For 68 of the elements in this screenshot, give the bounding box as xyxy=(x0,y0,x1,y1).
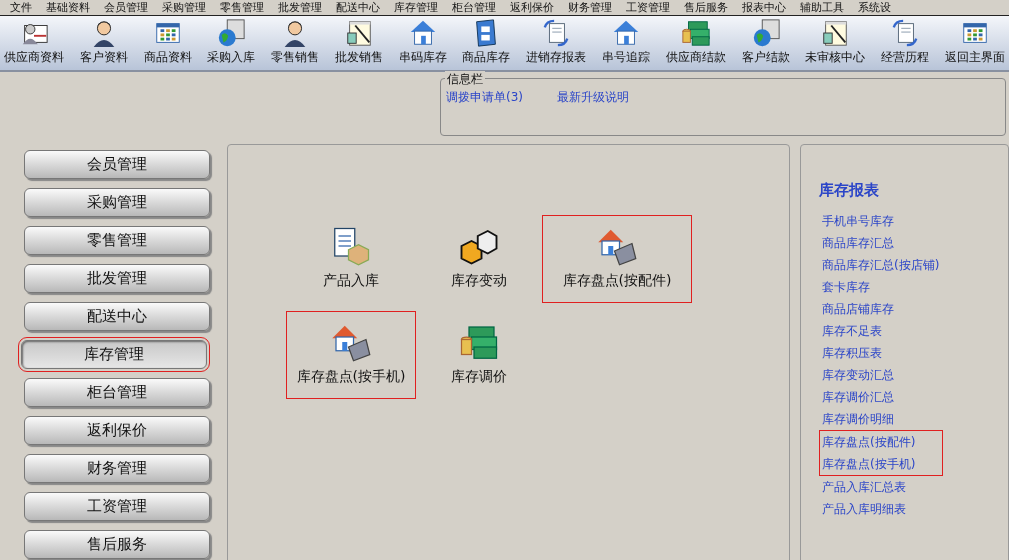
menu-item[interactable]: 文件 xyxy=(10,0,32,15)
module-item[interactable]: 库存盘点(按手机) xyxy=(286,311,416,399)
menu-item[interactable]: 零售管理 xyxy=(220,0,264,15)
menu-item[interactable]: 系统设 xyxy=(858,0,891,15)
report-link[interactable]: 套卡库存 xyxy=(819,276,943,298)
info-panel-title: 信息栏 xyxy=(445,71,485,88)
info-link[interactable]: 调拨申请单(3) xyxy=(446,89,523,106)
sidebar-button[interactable]: 采购管理 xyxy=(24,188,210,217)
report-link[interactable]: 手机串号库存 xyxy=(819,210,943,232)
toolbar-button[interactable]: 返回主界面 xyxy=(942,18,1007,70)
sidebar-button[interactable]: 配送中心 xyxy=(24,302,210,331)
report-link[interactable]: 库存调价汇总 xyxy=(819,386,943,408)
sidebar-button[interactable]: 库存管理 xyxy=(21,340,207,369)
report-title: 库存报表 xyxy=(819,181,880,200)
sidebar-button[interactable]: 零售管理 xyxy=(24,226,210,255)
menu-item[interactable]: 采购管理 xyxy=(162,0,206,15)
toolbar-button[interactable]: 供应商结款 xyxy=(663,18,728,70)
toolbar-button[interactable]: 商品资料 xyxy=(141,18,194,70)
sidebar-button[interactable]: 财务管理 xyxy=(24,454,210,483)
menu-item[interactable]: 基础资料 xyxy=(46,0,90,15)
toolbar-button[interactable]: 零售销售 xyxy=(269,18,322,70)
menu-item[interactable]: 工资管理 xyxy=(626,0,670,15)
sidebar-button[interactable]: 柜台管理 xyxy=(24,378,210,407)
menu-item[interactable]: 会员管理 xyxy=(104,0,148,15)
toolbar-button[interactable]: 商品库存 xyxy=(460,18,513,70)
toolbar-button[interactable]: 批发销售 xyxy=(332,18,385,70)
report-link[interactable]: 商品库存汇总(按店铺) xyxy=(819,254,943,276)
report-link[interactable]: 产品入库明细表 xyxy=(819,498,943,520)
toolbar-button[interactable]: 串号追踪 xyxy=(600,18,653,70)
report-link[interactable]: 库存盘点(按手机) xyxy=(819,453,943,476)
globe-icon xyxy=(216,18,247,48)
menu-item[interactable]: 配送中心 xyxy=(336,0,380,15)
menu-item[interactable]: 柜台管理 xyxy=(452,0,496,15)
module-item[interactable]: 库存变动 xyxy=(416,215,542,303)
toolbar-button[interactable]: 供应商资料 xyxy=(2,18,66,70)
module-item[interactable]: 库存盘点(按配件) xyxy=(542,215,692,303)
sidebar-button[interactable]: 工资管理 xyxy=(24,492,210,521)
sidebar-button[interactable]: 售后服务 xyxy=(24,530,210,559)
toolbar-button[interactable]: 进销存报表 xyxy=(524,18,589,70)
info-link[interactable]: 最新升级说明 xyxy=(557,89,629,106)
toolbar-button[interactable]: 客户结款 xyxy=(739,18,792,70)
menu-item[interactable]: 库存管理 xyxy=(394,0,438,15)
report-link[interactable]: 库存盘点(按配件) xyxy=(819,430,943,453)
report-link[interactable]: 库存积压表 xyxy=(819,342,943,364)
sidebar-button[interactable]: 会员管理 xyxy=(24,150,210,179)
sidebar-button[interactable]: 返利保价 xyxy=(24,416,210,445)
menu-item[interactable]: 售后服务 xyxy=(684,0,728,15)
toolbar-button[interactable]: 客户资料 xyxy=(77,18,130,70)
menu-item[interactable]: 财务管理 xyxy=(568,0,612,15)
report-link[interactable]: 库存变动汇总 xyxy=(819,364,943,386)
menu-item[interactable]: 报表中心 xyxy=(742,0,786,15)
money-stack-icon xyxy=(680,18,711,48)
toolbar-button[interactable]: 采购入库 xyxy=(205,18,258,70)
report-link[interactable]: 库存不足表 xyxy=(819,320,943,342)
toolbar-button[interactable]: 串码库存 xyxy=(396,18,449,70)
report-link[interactable]: 商品库存汇总 xyxy=(819,232,943,254)
document-box-icon xyxy=(331,226,371,266)
report-link[interactable]: 商品店铺库存 xyxy=(819,298,943,320)
menu-item[interactable]: 辅助工具 xyxy=(800,0,844,15)
report-link[interactable]: 库存调价明细 xyxy=(819,408,943,430)
menu-item[interactable]: 批发管理 xyxy=(278,0,322,15)
module-item[interactable]: 库存调价 xyxy=(416,311,542,399)
report-link[interactable]: 产品入库汇总表 xyxy=(819,476,943,498)
toolbar-button[interactable]: 经营历程 xyxy=(879,18,932,70)
sidebar-button[interactable]: 批发管理 xyxy=(24,264,210,293)
menu-item[interactable]: 返利保价 xyxy=(510,0,554,15)
toolbar-button[interactable]: 未审核中心 xyxy=(803,18,868,70)
module-item[interactable]: 产品入库 xyxy=(286,215,416,303)
